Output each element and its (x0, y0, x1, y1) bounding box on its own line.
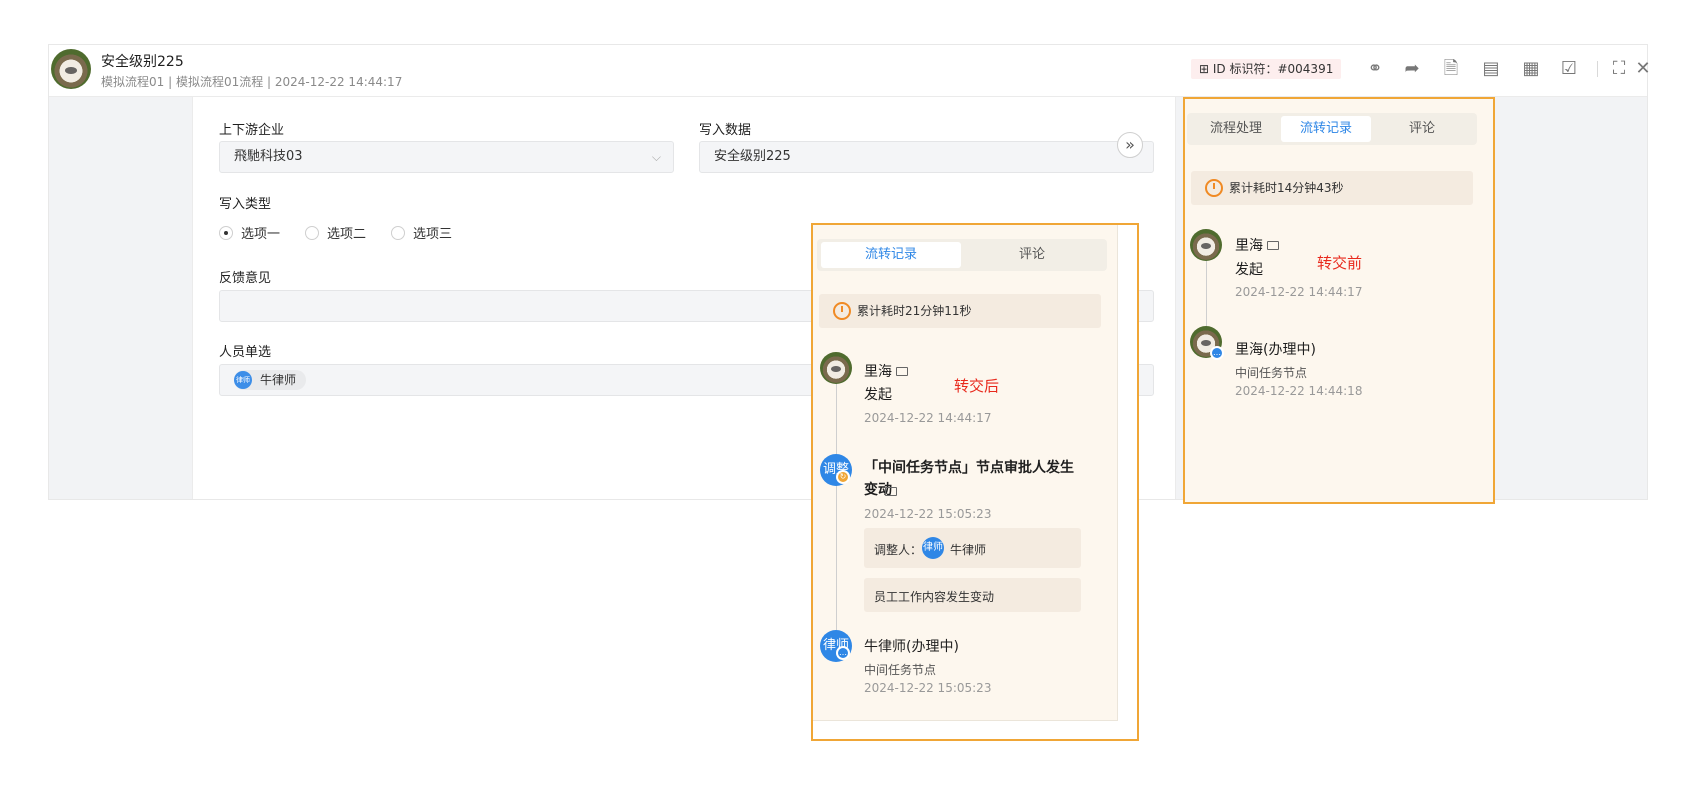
record-name: 里海 (864, 361, 908, 381)
record-avatar (1190, 229, 1222, 261)
record-time: 2024-12-22 14:44:17 (864, 411, 992, 425)
page-subtitle: 模拟流程01 | 模拟流程01流程 | 2024-12-22 14:44:17 (101, 75, 403, 89)
divider (1597, 61, 1598, 77)
field-label-partner: 上下游企业 (219, 123, 285, 138)
adjuster-avatar: 律师 (922, 537, 944, 559)
tab-bar: 流转记录 评论 (817, 239, 1107, 271)
radio-label: 选项一 (241, 227, 281, 242)
record-name: 里海(办理中) (1235, 342, 1316, 358)
record-panel-before-body: 流程处理 流转记录 评论 累计耗时14分钟43秒 里海 转交前 发起 2024-… (1185, 99, 1493, 502)
avatar (820, 352, 852, 384)
field-label-type: 写入类型 (219, 197, 272, 212)
tab-records[interactable]: 流转记录 (821, 242, 961, 268)
fullscreen-icon[interactable]: ⛶ (1607, 57, 1631, 81)
processing-badge: … (1210, 346, 1224, 360)
monitor-icon (896, 367, 908, 376)
adjuster-label: 调整人： (874, 543, 923, 557)
monitor-icon (885, 487, 897, 496)
radio-dot (305, 225, 319, 240)
record-time: 2024-12-22 15:05:23 (864, 507, 992, 521)
data-input[interactable]: 安全级别225 (699, 141, 1154, 173)
timeline-line (1206, 249, 1207, 329)
adjuster-box: 调整人： 律师 牛律师 (864, 528, 1081, 568)
id-tag-text: ID 标识符：#004391 (1212, 62, 1334, 76)
print-icon[interactable]: ▤ (1479, 57, 1503, 81)
radio-label: 选项三 (413, 227, 453, 242)
close-icon[interactable]: ✕ (1631, 57, 1655, 81)
expand-panel-button[interactable]: » (1117, 132, 1143, 158)
field-label-data: 写入数据 (699, 123, 752, 138)
field-label-feedback: 反馈意见 (219, 271, 272, 286)
record-time: 2024-12-22 14:44:18 (1235, 384, 1363, 398)
avatar (1190, 229, 1222, 261)
header-bar: 安全级别225 模拟流程01 | 模拟流程01流程 | 2024-12-22 1… (49, 45, 1651, 97)
reason-box: 员工工作内容发生变动 (864, 578, 1081, 612)
monitor-icon (1267, 241, 1279, 250)
elapsed-text: 累计耗时14分钟43秒 (1229, 181, 1344, 195)
user-avatar (51, 49, 91, 89)
record-action: 发起 (864, 387, 892, 403)
record-name-text: 里海 (864, 364, 892, 380)
radio-option-3[interactable]: 选项三 (391, 223, 452, 242)
before-note: 转交前 (1317, 254, 1363, 272)
record-time: 2024-12-22 14:44:17 (1235, 285, 1363, 299)
person-avatar: 律师 (234, 371, 252, 389)
radio-dot (391, 225, 405, 240)
timer-icon (1205, 179, 1223, 197)
tab-records[interactable]: 流转记录 (1281, 116, 1371, 142)
timeline-line (836, 370, 837, 660)
partner-select[interactable]: 飛馳科技03 ⌵ (219, 141, 674, 173)
radio-option-2[interactable]: 选项二 (305, 223, 366, 242)
record-panel-after-body: 流转记录 评论 累计耗时21分钟11秒 里海 转交后 发起 2024-12-22… (813, 225, 1118, 721)
tab-comments[interactable]: 评论 (1371, 116, 1473, 142)
tab-comments[interactable]: 评论 (961, 242, 1103, 268)
radio-dot (219, 225, 233, 240)
check-icon[interactable]: ☑ (1557, 57, 1581, 81)
link-icon[interactable]: ⚭ (1363, 57, 1387, 81)
adjust-badge: ↻ (836, 470, 850, 484)
adjuster-name: 牛律师 (950, 543, 987, 557)
document-icon[interactable]: 🗎 (1439, 57, 1463, 81)
elapsed-text: 累计耗时21分钟11秒 (857, 304, 972, 318)
elapsed-time: 累计耗时21分钟11秒 (819, 294, 1101, 328)
person-chip[interactable]: 律师 牛律师 (234, 370, 307, 390)
record-time: 2024-12-22 15:05:23 (864, 681, 992, 695)
elapsed-time: 累计耗时14分钟43秒 (1191, 171, 1473, 205)
record-avatar (820, 352, 852, 384)
radio-label: 选项二 (327, 227, 367, 242)
record-name-text: 里海 (1235, 238, 1263, 254)
record-action: 发起 (1235, 262, 1263, 278)
record-node: 中间任务节点 (1235, 366, 1308, 380)
reason-text: 员工工作内容发生变动 (874, 590, 995, 604)
processing-badge: … (836, 646, 850, 660)
id-tag: ⊞ ID 标识符：#004391 (1191, 59, 1342, 79)
field-label-person: 人员单选 (219, 345, 272, 360)
record-avatar: … (1190, 326, 1224, 360)
tab-bar: 流程处理 流转记录 评论 (1187, 113, 1477, 145)
record-panel-before: 流程处理 流转记录 评论 累计耗时14分钟43秒 里海 转交前 发起 2024-… (1183, 97, 1495, 504)
record-name: 里海 (1235, 235, 1279, 255)
share-icon[interactable]: ➦ (1400, 57, 1424, 81)
table-icon: ⊞ (1199, 62, 1213, 76)
adjust-title: 「中间任务节点」节点审批人发生变动 (864, 460, 1074, 498)
after-note: 转交后 (954, 377, 1000, 395)
calendar-icon[interactable]: ▦ (1519, 57, 1543, 81)
record-panel-after: 流转记录 评论 累计耗时21分钟11秒 里海 转交后 发起 2024-12-22… (811, 223, 1139, 741)
tab-process[interactable]: 流程处理 (1191, 116, 1281, 142)
chevron-down-icon: ⌵ (651, 150, 661, 164)
record-name: 牛律师(办理中) (864, 639, 959, 655)
page-title: 安全级别225 (101, 54, 184, 70)
record-node: 中间任务节点 (864, 663, 937, 677)
timer-icon (833, 302, 851, 320)
radio-option-1[interactable]: 选项一 (219, 223, 280, 242)
partner-select-value: 飛馳科技03 (234, 149, 303, 164)
person-name: 牛律师 (260, 373, 297, 387)
